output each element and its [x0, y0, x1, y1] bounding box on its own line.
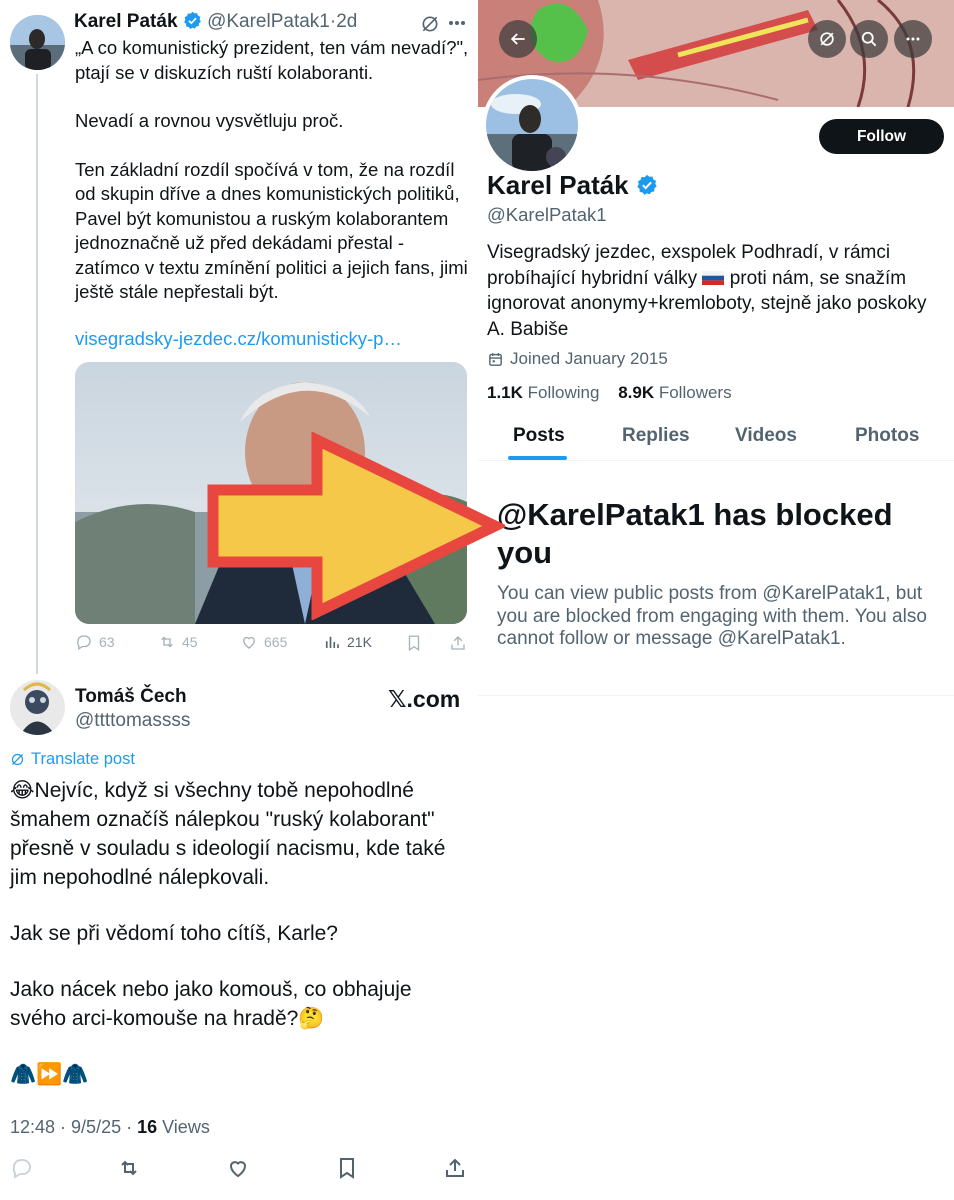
tweet-text: „A co komunistický prezident, ten vám ne… — [75, 36, 470, 329]
tab-replies[interactable]: Replies — [622, 425, 690, 447]
tweet-header: Karel Paták @KarelPatak1·2d — [74, 11, 358, 32]
reply-timestamp[interactable]: 12:48 · 9/5/25 · — [10, 1117, 137, 1137]
search-icon — [861, 31, 877, 47]
author-handle[interactable]: @KarelPatak1 — [207, 11, 330, 32]
joined-date: Joined January 2015 — [487, 349, 668, 369]
like-count: 665 — [264, 634, 288, 650]
reply-author-handle[interactable]: @ttttomassss — [75, 710, 190, 732]
x-brand-label: 𝕏.com — [388, 686, 461, 712]
tweet-paragraph: „A co komunistický prezident, ten vám ne… — [75, 37, 469, 83]
reply-text: 😂Nejvíc, když si všechny tobě nepohodlné… — [10, 776, 470, 1116]
tab-posts[interactable]: Posts — [513, 425, 565, 447]
more-icon — [906, 37, 920, 41]
blocked-message: You can view public posts from @KarelPat… — [497, 583, 927, 649]
reply-paragraph: Jak se při vědomí toho cítíš, Karle? — [10, 922, 338, 945]
profile-handle: @KarelPatak1 — [487, 204, 607, 225]
views-icon — [325, 636, 339, 648]
author-avatar[interactable] — [10, 15, 65, 70]
profile-avatar[interactable] — [482, 75, 582, 175]
profile-bio: Visegradský jezdec, exspolek Podhradí, v… — [487, 240, 945, 342]
reply-like-icon[interactable] — [226, 1156, 250, 1180]
reply-repost-icon[interactable] — [117, 1156, 141, 1180]
reply-count: 63 — [99, 634, 115, 650]
more-button[interactable] — [894, 20, 932, 58]
following-link[interactable]: 1.1K Following — [487, 383, 599, 402]
verified-badge-icon — [183, 11, 201, 30]
thread-line — [36, 74, 38, 674]
followers-label: Followers — [654, 383, 732, 402]
back-button[interactable] — [499, 20, 537, 58]
reply-comment-icon[interactable] — [10, 1156, 34, 1180]
profile-name-text: Karel Paták — [487, 170, 629, 200]
verified-badge-icon[interactable] — [636, 174, 658, 196]
followers-count: 8.9K — [618, 383, 655, 402]
tweet-paragraph: Ten základní rozdíl spočívá v tom, že na… — [75, 158, 468, 303]
reply-paragraph: 🧥⏩🧥 — [10, 1063, 89, 1086]
tweet-time[interactable]: 2d — [336, 11, 357, 32]
repost-button[interactable]: 45 — [158, 633, 198, 651]
reply-paragraph: Jako nácek nebo jako komouš, co obhajuje… — [10, 978, 412, 1030]
divider — [478, 695, 954, 696]
more-icon[interactable] — [448, 20, 466, 26]
tweet-paragraph: Nevadí a rovnou vysvětluju proč. — [75, 110, 344, 131]
grok-icon — [820, 32, 834, 46]
like-button[interactable]: 665 — [240, 633, 287, 651]
grok-button[interactable] — [808, 20, 846, 58]
tweet-link[interactable]: visegradsky-jezdec.cz/komunisticky-p… — [75, 328, 402, 350]
share-icon[interactable] — [449, 634, 467, 652]
profile-name: Karel Paták — [487, 170, 658, 201]
active-tab-indicator — [508, 456, 567, 460]
following-label: Following — [522, 383, 600, 402]
reply-button[interactable]: 63 — [75, 633, 115, 651]
reply-views-count: 16 — [137, 1117, 158, 1137]
repost-count: 45 — [182, 634, 198, 650]
reply-share-icon[interactable] — [443, 1156, 467, 1180]
reply-author-name[interactable]: Tomáš Čech — [75, 686, 187, 708]
author-name[interactable]: Karel Paták — [74, 11, 178, 32]
reply-avatar[interactable] — [10, 680, 65, 735]
repost-icon — [161, 636, 173, 648]
reply-bookmark-icon[interactable] — [335, 1156, 359, 1180]
reply-meta: 12:48 · 9/5/25 · 16 Views — [10, 1117, 210, 1138]
translate-label: Translate post — [31, 750, 135, 768]
tab-videos[interactable]: Videos — [735, 425, 797, 447]
follow-stats: 1.1K Following 8.9K Followers — [487, 383, 732, 403]
joined-text: Joined January 2015 — [510, 349, 668, 368]
russia-flag-icon — [702, 270, 725, 285]
tab-photos[interactable]: Photos — [855, 425, 919, 447]
followers-link[interactable]: 8.9K Followers — [618, 383, 731, 402]
profile-panel: Follow Karel Paták @KarelPatak1 Visegrad… — [478, 0, 954, 1200]
annotation-arrow-icon — [207, 432, 505, 620]
heart-icon — [243, 636, 255, 649]
views-button[interactable]: 21K — [323, 633, 372, 651]
profile-tabs: Posts Replies Videos Photos — [478, 412, 954, 461]
search-button[interactable] — [850, 20, 888, 58]
bookmark-icon[interactable] — [405, 634, 423, 652]
globe-icon — [11, 753, 24, 766]
grok-icon[interactable] — [420, 14, 440, 34]
calendar-icon — [489, 352, 502, 366]
reply-views-label: Views — [157, 1117, 210, 1137]
views-count: 21K — [347, 634, 372, 650]
following-count: 1.1K — [487, 383, 523, 402]
blocked-title: @KarelPatak1 has blocked you — [497, 497, 893, 570]
reply-paragraph: 😂Nejvíc, když si všechny tobě nepohodlné… — [10, 779, 446, 889]
translate-post-link[interactable]: Translate post — [10, 750, 135, 769]
back-arrow-icon — [510, 33, 525, 45]
reply-icon — [77, 635, 91, 650]
follow-button[interactable]: Follow — [819, 119, 944, 154]
